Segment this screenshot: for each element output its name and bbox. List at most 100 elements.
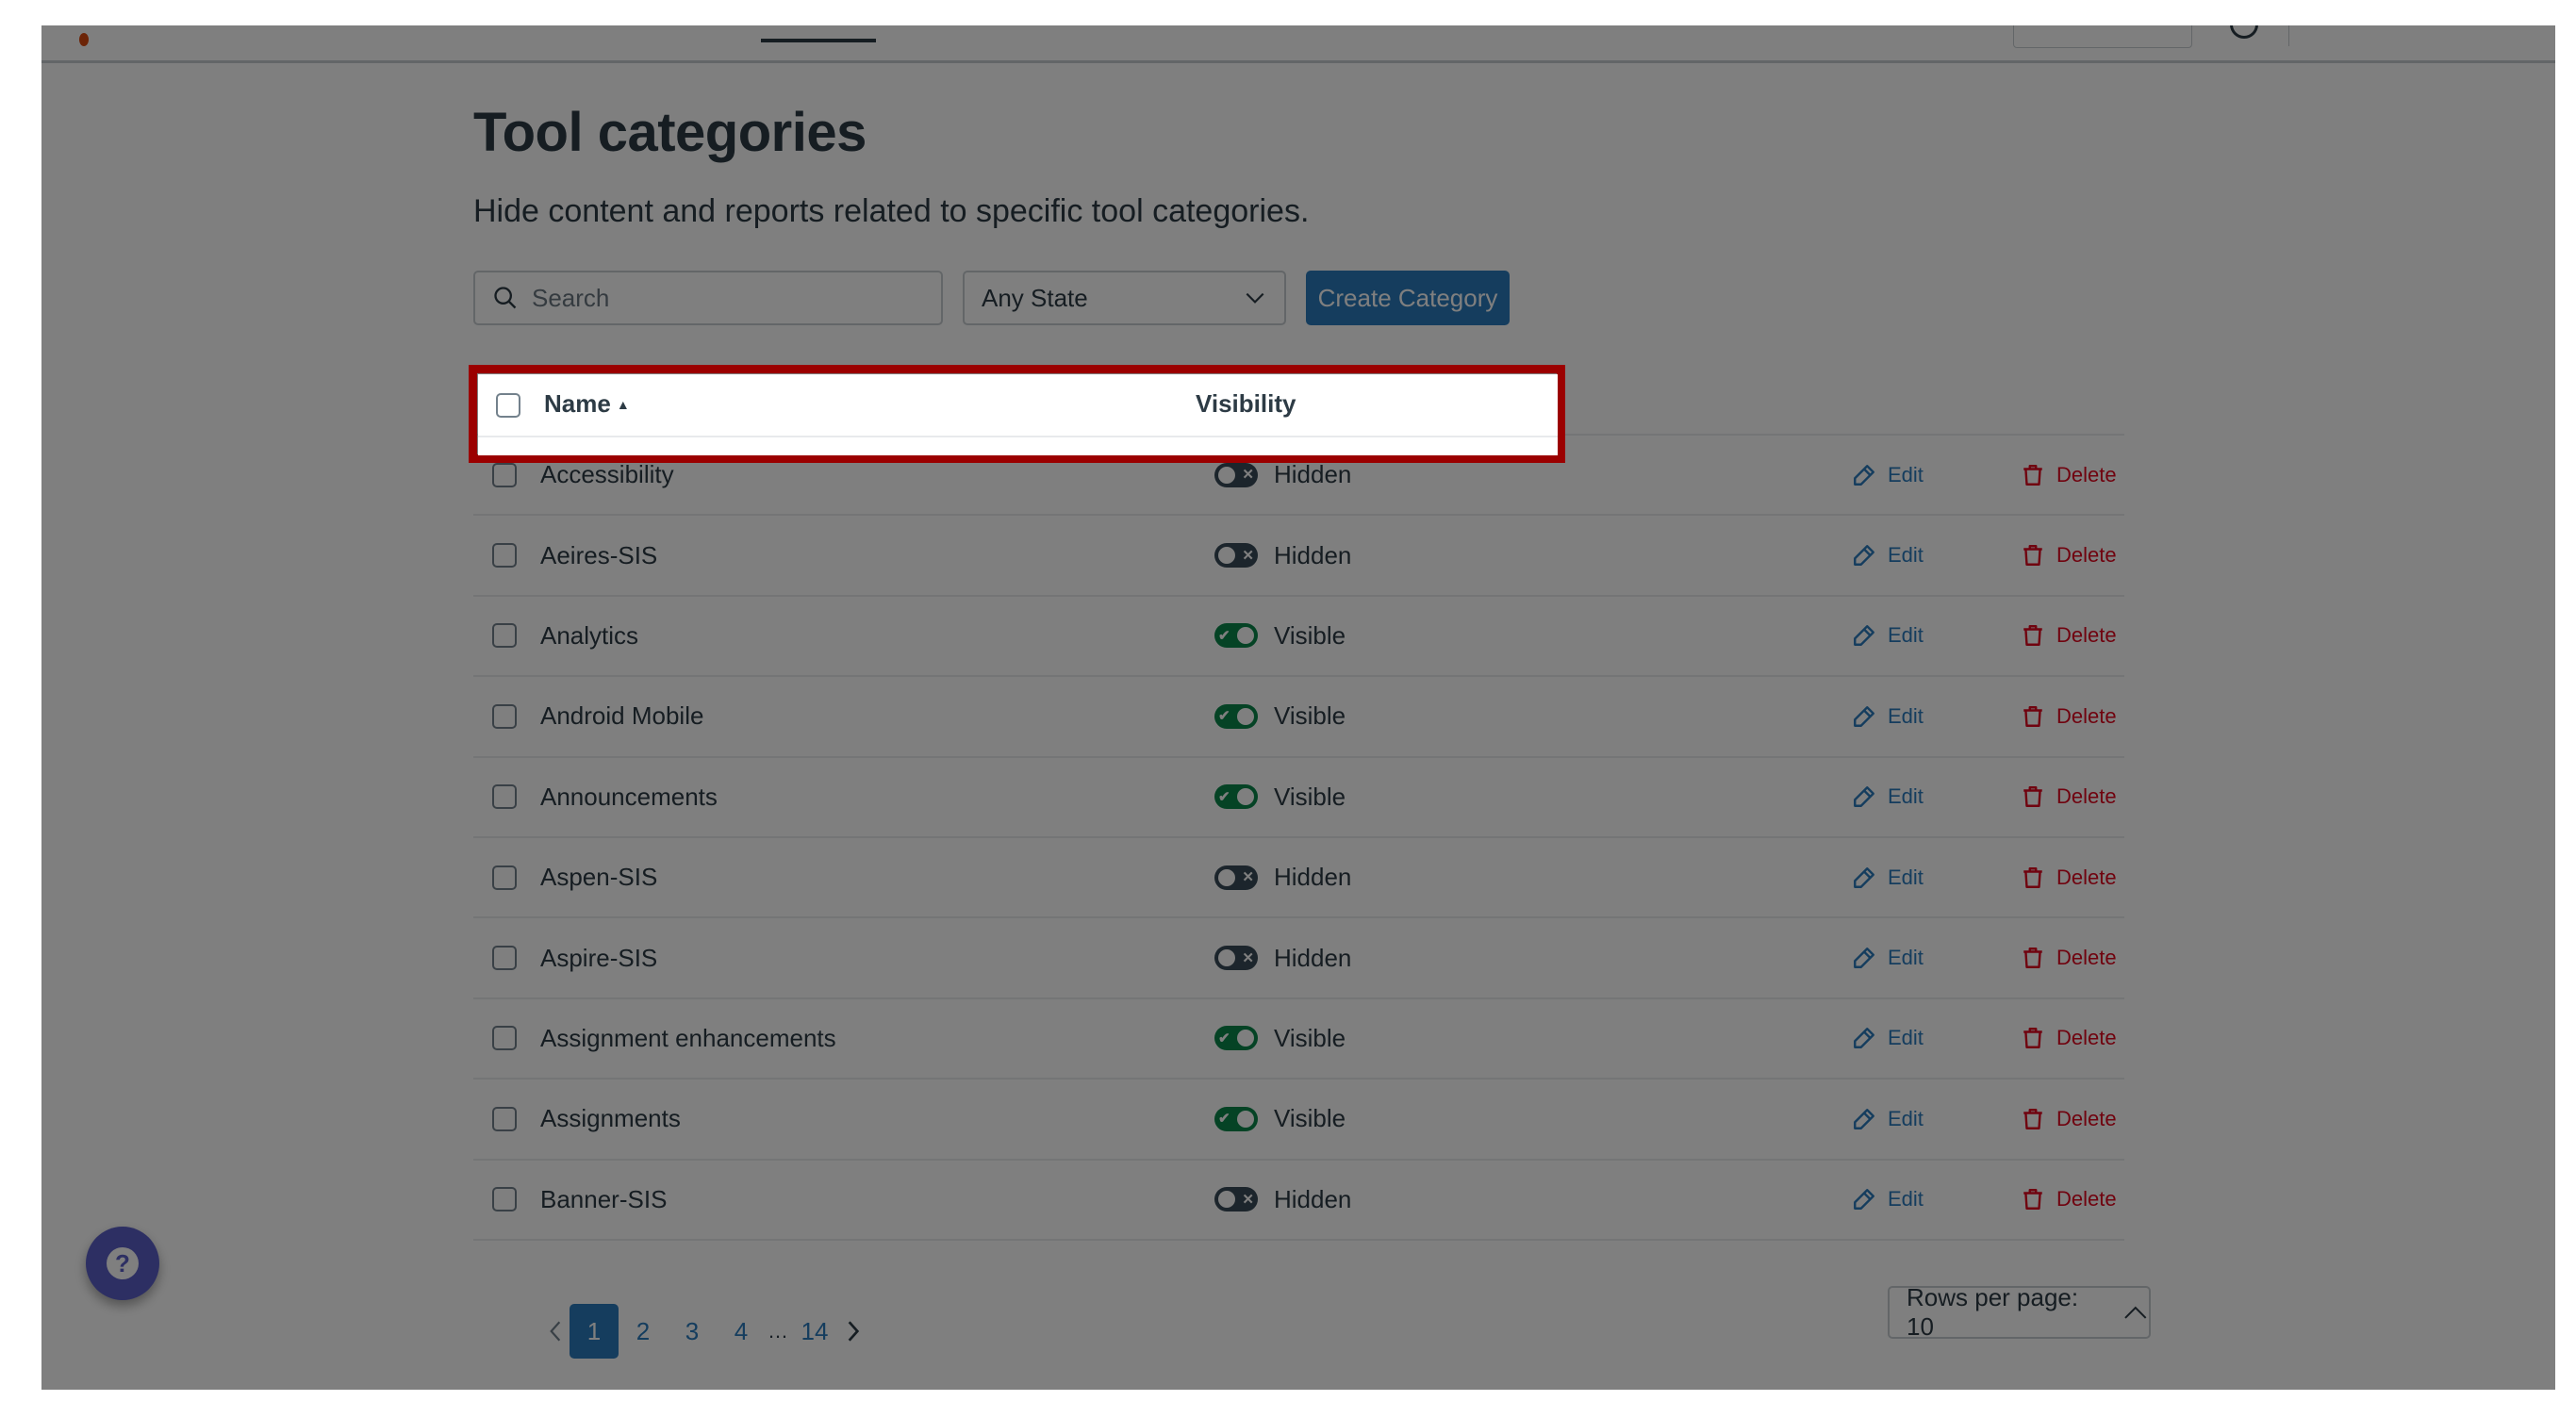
edit-button[interactable]: Edit	[1852, 543, 1924, 568]
delete-button[interactable]: Delete	[2021, 1107, 2117, 1131]
category-name: Analytics	[540, 620, 639, 650]
help-button[interactable]: ?	[86, 1227, 159, 1300]
delete-button[interactable]: Delete	[2021, 1187, 2117, 1211]
select-all-checkbox[interactable]	[492, 391, 517, 417]
visibility-toggle[interactable]: ✕	[1214, 462, 1258, 487]
chevron-down-icon	[1246, 292, 1264, 304]
row-checkbox[interactable]	[492, 1106, 517, 1131]
logo-icon[interactable]	[79, 33, 89, 46]
create-category-button[interactable]: Create Category	[1306, 271, 1510, 325]
pencil-icon	[1854, 545, 1874, 567]
visibility-status: Visible	[1274, 1104, 1346, 1133]
visibility-status: Hidden	[1274, 540, 1352, 569]
pencil-icon	[1854, 625, 1874, 647]
check-icon: ✔	[1218, 708, 1230, 725]
trash-icon	[2023, 625, 2042, 647]
next-page-button[interactable]	[839, 1304, 867, 1359]
row-checkbox[interactable]	[492, 784, 517, 810]
visibility-toggle[interactable]: ✕	[1214, 865, 1258, 890]
visibility-toggle[interactable]: ✔	[1214, 703, 1258, 729]
delete-button[interactable]: Delete	[2021, 865, 2117, 890]
page-button-4[interactable]: 4	[717, 1304, 766, 1359]
row-checkbox[interactable]	[492, 1026, 517, 1051]
page-button-2[interactable]: 2	[619, 1304, 668, 1359]
visibility-toggle[interactable]: ✕	[1214, 543, 1258, 569]
chevron-up-icon	[2124, 1306, 2147, 1319]
category-name: Aspen-SIS	[540, 863, 658, 892]
table-row: Assignment enhancements ✔ Visible Edit Delet…	[473, 998, 2124, 1080]
table-header: Name ▲ Visibility	[473, 374, 2124, 436]
delete-button[interactable]: Delete	[2021, 623, 2117, 648]
table-row: Android Mobile ✔ Visible Edit Delete	[473, 677, 2124, 758]
edit-button[interactable]: Edit	[1852, 946, 1924, 970]
edit-button[interactable]: Edit	[1852, 865, 1924, 890]
question-mark-icon: ?	[107, 1247, 139, 1279]
visibility-toggle[interactable]: ✔	[1214, 1106, 1258, 1131]
page-button-3[interactable]: 3	[668, 1304, 717, 1359]
row-checkbox[interactable]	[492, 1187, 517, 1212]
row-checkbox[interactable]	[492, 703, 517, 729]
visibility-status: Visible	[1274, 620, 1346, 650]
user-avatar-icon[interactable]	[2230, 25, 2258, 39]
table-row: Analytics ✔ Visible Edit Delete	[473, 596, 2124, 678]
edit-button[interactable]: Edit	[1852, 1026, 1924, 1050]
visibility-status: Hidden	[1274, 943, 1352, 972]
row-checkbox[interactable]	[492, 865, 517, 890]
rows-per-page-select[interactable]: Rows per page: 10	[1888, 1283, 2151, 1341]
search-input[interactable]	[532, 283, 928, 313]
pencil-icon	[1854, 866, 1874, 888]
row-checkbox[interactable]	[492, 462, 517, 487]
column-header-visibility: Visibility	[1192, 389, 1293, 418]
delete-button[interactable]: Delete	[2021, 704, 2117, 729]
delete-button[interactable]: Delete	[2021, 784, 2117, 809]
trash-icon	[2023, 705, 2042, 727]
active-nav-indicator	[761, 39, 876, 42]
edit-button[interactable]: Edit	[1852, 623, 1924, 648]
category-name: Accessibility	[540, 460, 674, 489]
check-icon: ✔	[1218, 627, 1230, 644]
state-filter-select[interactable]: Any State	[963, 271, 1286, 325]
row-checkbox[interactable]	[492, 623, 517, 649]
delete-button[interactable]: Delete	[2021, 1026, 2117, 1050]
table-body: Accessibility ✕ Hidden Edit Delete Aeires-SIS…	[473, 436, 2124, 1241]
category-name: Banner-SIS	[540, 1184, 668, 1213]
visibility-toggle[interactable]: ✕	[1214, 1187, 1258, 1212]
check-icon: ✔	[1218, 1111, 1230, 1128]
delete-button[interactable]: Delete	[2021, 946, 2117, 970]
table-row: Banner-SIS ✕ Hidden Edit Delete	[473, 1160, 2124, 1241]
header-control[interactable]	[2013, 25, 2192, 48]
previous-page-button[interactable]	[541, 1304, 570, 1359]
delete-button[interactable]: Delete	[2021, 543, 2117, 568]
visibility-toggle[interactable]: ✔	[1214, 784, 1258, 810]
edit-button[interactable]: Edit	[1852, 1187, 1924, 1211]
x-icon: ✕	[1242, 1191, 1254, 1208]
trash-icon	[2023, 866, 2042, 888]
row-checkbox[interactable]	[492, 543, 517, 569]
table-row: Aeires-SIS ✕ Hidden Edit Delete	[473, 516, 2124, 597]
search-icon	[494, 287, 517, 309]
edit-button[interactable]: Edit	[1852, 1107, 1924, 1131]
trash-icon	[2023, 545, 2042, 567]
search-field[interactable]	[473, 271, 943, 325]
edit-button[interactable]: Edit	[1852, 463, 1924, 487]
column-header-name[interactable]: Name ▲	[540, 389, 626, 419]
edit-button[interactable]: Edit	[1852, 704, 1924, 729]
categories-table: Name ▲ Visibility Accessibility ✕ Hidden Ed…	[473, 374, 2124, 1241]
visibility-status: Visible	[1274, 1023, 1346, 1052]
header-divider	[2288, 25, 2289, 46]
edit-button[interactable]: Edit	[1852, 784, 1924, 809]
visibility-toggle[interactable]: ✔	[1214, 1026, 1258, 1051]
visibility-toggle[interactable]: ✔	[1214, 623, 1258, 649]
pencil-icon	[1854, 1189, 1874, 1211]
visibility-toggle[interactable]: ✕	[1214, 946, 1258, 971]
page-button-1[interactable]: 1	[570, 1304, 619, 1359]
page-title: Tool categories	[473, 102, 867, 163]
visibility-status: Hidden	[1274, 460, 1352, 489]
delete-button[interactable]: Delete	[2021, 463, 2117, 487]
table-row: Aspen-SIS ✕ Hidden Edit Delete	[473, 837, 2124, 919]
trash-icon	[2023, 786, 2042, 808]
page-button-last[interactable]: 14	[790, 1304, 839, 1359]
visibility-status: Hidden	[1274, 863, 1352, 892]
row-checkbox[interactable]	[492, 946, 517, 971]
category-name: Aspire-SIS	[540, 943, 658, 972]
